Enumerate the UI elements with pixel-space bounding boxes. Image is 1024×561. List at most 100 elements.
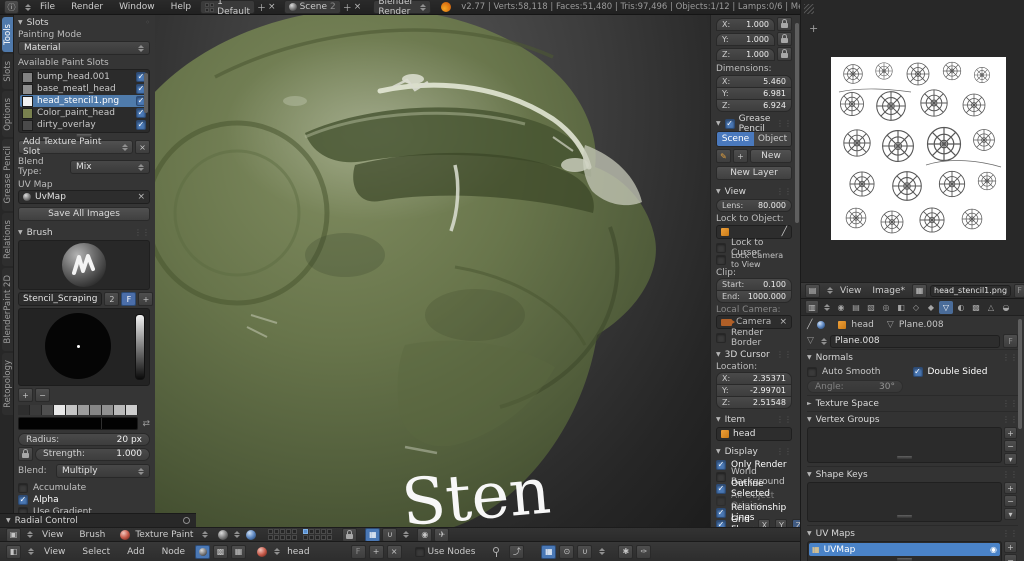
scene-close-button[interactable]: × (354, 2, 362, 12)
editor-corner-grip[interactable] (804, 4, 814, 14)
viewport-shading-icon[interactable] (218, 530, 228, 540)
list-scrollbar[interactable] (144, 73, 148, 113)
clip-end-field[interactable]: End:1000.000 (716, 290, 792, 303)
lock-camera-checkbox[interactable] (716, 255, 726, 265)
editor-type-node-icon[interactable]: ◧ (6, 545, 21, 559)
tab-tools[interactable]: Tools (2, 17, 13, 52)
dimension-z-field[interactable]: Z:6.924 (716, 99, 792, 112)
uv-map-selector[interactable]: UvMap × (18, 190, 150, 204)
panel-header-brush[interactable]: ▼ Brush ⋮⋮ (18, 225, 150, 240)
uv-map-add-button[interactable]: + (1004, 541, 1017, 553)
save-all-images-button[interactable]: Save All Images (18, 207, 150, 221)
panel-header-vertex-groups[interactable]: ▼ Vertex Groups ⋮⋮ (807, 411, 1018, 427)
gp-new-button[interactable]: New (750, 149, 792, 163)
tab-world[interactable]: ◎ (879, 301, 893, 314)
layout-close-button[interactable]: × (268, 2, 276, 12)
palette-swatch[interactable] (18, 405, 30, 415)
palette-swatches[interactable] (18, 404, 150, 415)
palette-swatch[interactable] (66, 405, 78, 415)
menu-window[interactable]: Window (112, 2, 162, 12)
render-opengl-icon[interactable]: ◉ (417, 528, 432, 542)
axis-x-toggle[interactable]: X (758, 519, 770, 527)
relationship-lines-checkbox[interactable] (716, 508, 726, 518)
grease-pencil-checkbox[interactable] (725, 119, 735, 129)
brush-color-field[interactable] (18, 417, 138, 430)
3d-viewport[interactable]: Sten (155, 15, 710, 527)
shape-key-specials-button[interactable]: ▾ (1004, 508, 1017, 520)
lock-layers-icon[interactable] (342, 528, 357, 542)
alpha-option[interactable]: Alpha (18, 494, 150, 506)
node-render2-icon[interactable]: ✑ (636, 545, 651, 559)
list-item[interactable]: bump_head.001 (20, 71, 148, 83)
all-object-origins-option[interactable]: All Object Origins (716, 495, 792, 507)
palette-swatch[interactable] (42, 405, 54, 415)
brush-name-field[interactable]: Stencil_Scraping (18, 292, 102, 306)
outline-selected-checkbox[interactable] (716, 484, 726, 494)
swap-colors-icon[interactable]: ⇄ (142, 419, 150, 429)
list-item[interactable]: dirty_overlay (20, 119, 148, 131)
tab-modifiers[interactable]: ◆ (924, 301, 938, 314)
pressure-bar[interactable] (135, 314, 145, 380)
image-fake-user-button[interactable]: F (1014, 284, 1024, 298)
viewport-menu-view[interactable]: View (35, 530, 70, 540)
tab-particles[interactable]: △ (984, 301, 998, 314)
strength-pressure-toggle[interactable] (18, 447, 33, 461)
axis-z-toggle[interactable]: Z (792, 519, 800, 527)
grid-floor-checkbox[interactable] (716, 520, 726, 527)
gp-scene-button[interactable]: Scene (717, 132, 754, 146)
vertex-group-remove-button[interactable]: − (1004, 440, 1017, 452)
blend-mode-dropdown[interactable]: Multiply (56, 464, 150, 478)
render-engine-selector[interactable]: Blender Render (373, 0, 431, 14)
vertex-group-specials-button[interactable]: ▾ (1004, 453, 1017, 465)
panel-header-grease-pencil[interactable]: ▼ Grease Pencil ⋮⋮ (716, 116, 792, 131)
menu-render[interactable]: Render (64, 2, 110, 12)
editor-type-3dview-icon[interactable]: ▣ (6, 528, 21, 542)
only-render-checkbox[interactable] (716, 460, 726, 470)
tab-object-data[interactable]: ▽ (939, 301, 953, 314)
painting-mode-dropdown[interactable]: Material (18, 41, 150, 55)
blend-type-dropdown[interactable]: Mix (70, 160, 150, 174)
uv-render-camera-icon[interactable]: ◉ (990, 545, 997, 554)
uv-menu-view[interactable]: View (836, 286, 865, 296)
eyedropper-icon[interactable]: ╱ (782, 227, 787, 237)
node-menu-node[interactable]: Node (155, 547, 193, 557)
brush-add-button[interactable]: + (138, 292, 153, 306)
scene-selector[interactable]: Scene 2 (284, 0, 341, 14)
layer-buttons-right[interactable] (303, 529, 332, 540)
mesh-fake-user-button[interactable]: F (1003, 334, 1018, 348)
breadcrumb-object-name[interactable]: head (851, 320, 873, 330)
image-name-field[interactable]: head_stencil1.png (930, 285, 1011, 297)
uv-menu-image[interactable]: Image* (868, 286, 909, 296)
info-editor-icon[interactable]: ⓘ (4, 0, 19, 14)
node-render1-icon[interactable]: ✱ (618, 545, 633, 559)
shader-nodes-icon[interactable] (195, 545, 210, 559)
scene-add-button[interactable]: ＋ (343, 1, 352, 14)
node-menu-view[interactable]: View (37, 547, 72, 557)
brush-fake-user-button[interactable]: F (121, 292, 136, 306)
panel-pin-icon[interactable]: ◦ (145, 18, 150, 27)
snap-element-icon[interactable]: ∪ (382, 528, 397, 542)
uv-maps-list[interactable]: ▦ UVMap ◉ ═══ + − (807, 541, 1002, 561)
vertex-groups-list[interactable]: ═══ + − ▾ (807, 427, 1002, 463)
lock-scale-x-icon[interactable] (777, 17, 792, 31)
radial-control-panel[interactable]: ▼ Radial Control (0, 513, 196, 527)
uv-map-remove-button[interactable]: − (1004, 554, 1017, 561)
use-nodes-checkbox[interactable] (415, 547, 425, 557)
accumulate-checkbox[interactable] (18, 483, 28, 493)
list-item[interactable]: base_meatl_head (20, 83, 148, 95)
panel-header-view[interactable]: ▼ View ⋮⋮ (716, 184, 792, 199)
tab-retopology[interactable]: Retopology (2, 353, 13, 415)
slot-visibility-checkbox[interactable] (136, 120, 146, 130)
all-object-origins-checkbox[interactable] (716, 496, 726, 506)
list-item[interactable]: Color_paint_head (20, 107, 148, 119)
panel-header-uv-maps[interactable]: ▼ UV Maps ⋮⋮ (807, 525, 1018, 541)
material-fake-user-button[interactable]: F (351, 545, 366, 559)
node-menu-add[interactable]: Add (120, 547, 151, 557)
lock-scale-z-icon[interactable] (777, 47, 792, 61)
palette-swatch[interactable] (78, 405, 90, 415)
accumulate-option[interactable]: Accumulate (18, 482, 150, 494)
panel-header-3d-cursor[interactable]: ▼ 3D Cursor ⋮⋮ (716, 347, 792, 362)
lock-to-object-selector[interactable]: ╱ (716, 225, 792, 239)
alpha-checkbox[interactable] (18, 495, 28, 505)
lens-field[interactable]: Lens:80.000 (716, 199, 792, 212)
